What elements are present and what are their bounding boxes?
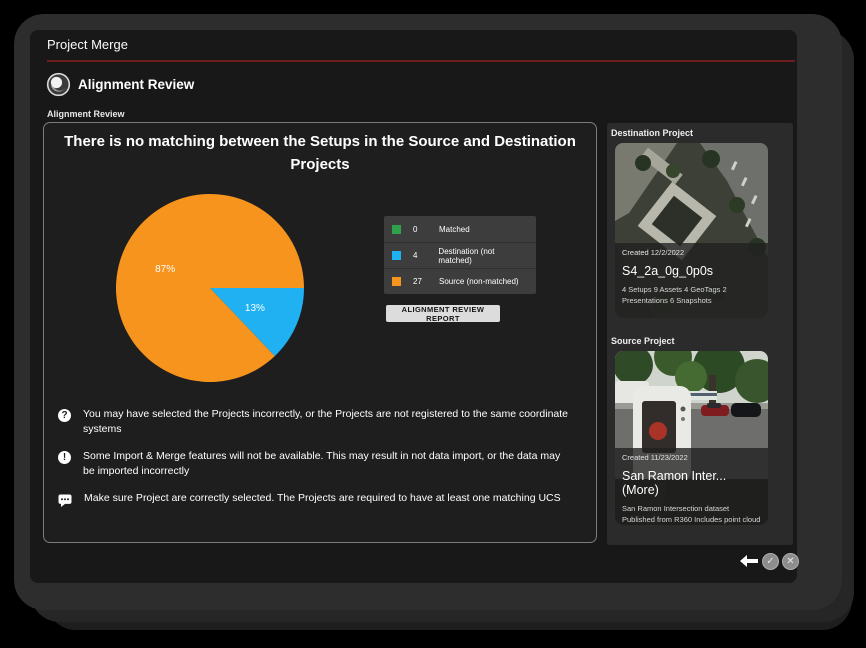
section-title: Alignment Review: [78, 77, 194, 92]
back-button[interactable]: [739, 554, 758, 568]
legend-row-destination: 4 Destination (not matched): [384, 242, 536, 268]
message-text: You may have selected the Projects incor…: [83, 407, 569, 436]
legend-swatch-destination: [392, 251, 401, 260]
source-project-card[interactable]: Created 11/23/2022 San Ramon Inter... (M…: [615, 351, 768, 525]
alignment-review-report-button[interactable]: ALIGNMENT REVIEW REPORT: [386, 305, 500, 322]
advisory-messages: ? You may have selected the Projects inc…: [58, 407, 574, 525]
pie-slice-label: 87%: [155, 264, 175, 275]
legend-count: 0: [413, 225, 439, 234]
screen-background: Project Merge Alignment Review Alignment…: [0, 0, 866, 648]
created-date: Created 12/2/2022: [622, 248, 761, 257]
chart-legend: 0 Matched 4 Destination (not matched) 27…: [384, 216, 536, 294]
card-info-overlay: Created 12/2/2022 S4_2a_0g_0p0s 4 Setups…: [615, 243, 768, 318]
help-icon: ?: [58, 409, 71, 422]
legend-label: Matched: [439, 225, 470, 234]
legend-label: Source (non-matched): [439, 277, 519, 286]
confirm-button[interactable]: ✓: [762, 553, 779, 570]
title-divider: [47, 60, 795, 62]
created-date: Created 11/23/2022: [622, 453, 761, 462]
legend-count: 4: [413, 251, 438, 260]
project-merge-dialog: Project Merge Alignment Review Alignment…: [30, 30, 797, 583]
message-row: ? You may have selected the Projects inc…: [58, 407, 574, 436]
legend-row-matched: 0 Matched: [384, 216, 536, 242]
legend-label: Destination (not matched): [438, 247, 528, 265]
message-text: Make sure Project are correctly selected…: [84, 491, 570, 506]
alignment-review-icon: [46, 72, 71, 97]
legend-count: 27: [413, 277, 439, 286]
project-title: San Ramon Inter... (More): [622, 469, 761, 497]
alert-icon: !: [58, 451, 71, 464]
back-arrow-icon: [740, 555, 758, 567]
alignment-review-panel: There is no matching between the Setups …: [43, 122, 597, 543]
message-row: ! Some Import & Merge features will not …: [58, 449, 574, 478]
cancel-button[interactable]: ✕: [782, 553, 799, 570]
comment-icon: [58, 494, 72, 512]
alignment-pie-chart: 13% 87%: [115, 193, 305, 383]
panel-heading: There is no matching between the Setups …: [64, 130, 576, 176]
card-info-overlay: Created 11/23/2022 San Ramon Inter... (M…: [615, 448, 768, 525]
legend-row-source: 27 Source (non-matched): [384, 268, 536, 294]
project-details: San Ramon Intersection dataset Published…: [622, 504, 761, 525]
source-project-label: Source Project: [611, 336, 675, 346]
project-details: 4 Setups 9 Assets 4 GeoTags 2 Presentati…: [622, 285, 761, 306]
projects-sidebar: Destination Project: [607, 123, 793, 545]
destination-project-label: Destination Project: [611, 128, 693, 138]
project-title: S4_2a_0g_0p0s: [622, 264, 761, 278]
message-text: Some Import & Merge features will not be…: [83, 449, 569, 478]
legend-swatch-source: [392, 277, 401, 286]
alignment-review-panel-label: Alignment Review: [47, 109, 125, 119]
dialog-title: Project Merge: [47, 37, 128, 52]
legend-swatch-matched: [392, 225, 401, 234]
message-row: Make sure Project are correctly selected…: [58, 491, 574, 512]
pie-slice-label: 13%: [245, 303, 265, 314]
destination-project-card[interactable]: Created 12/2/2022 S4_2a_0g_0p0s 4 Setups…: [615, 143, 768, 318]
